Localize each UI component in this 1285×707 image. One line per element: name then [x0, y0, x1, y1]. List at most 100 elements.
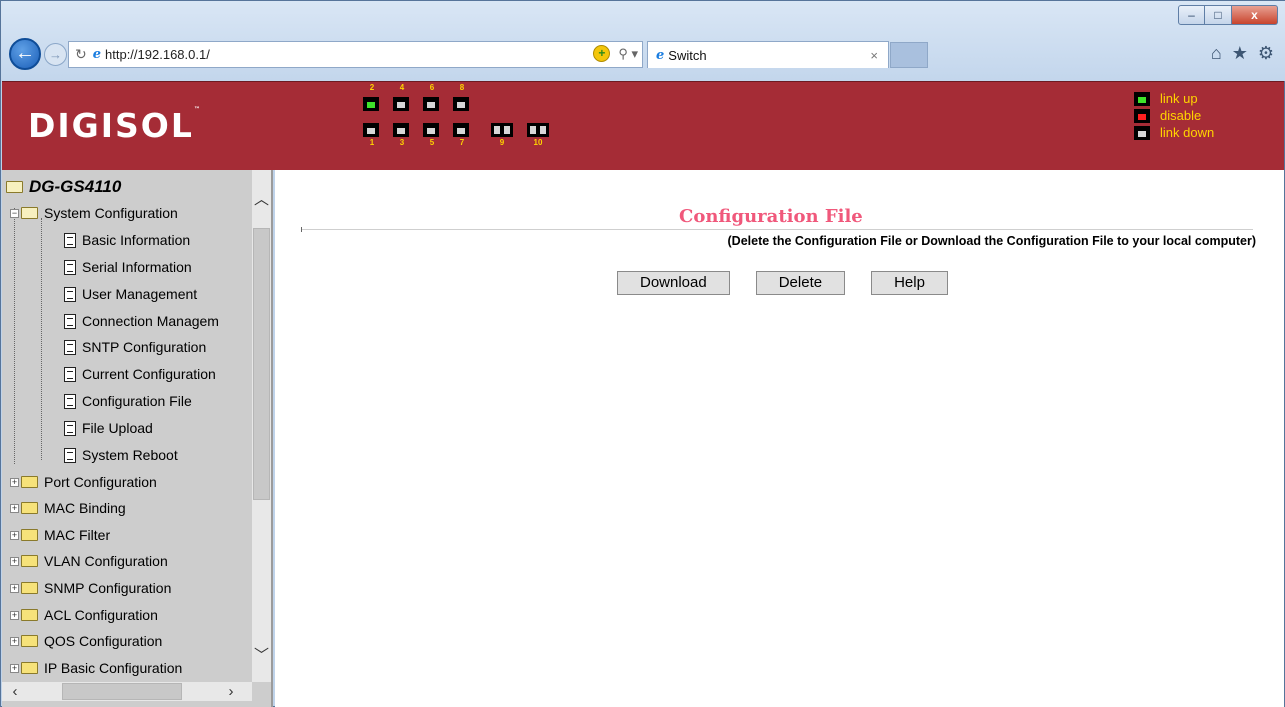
title-divider	[301, 227, 1253, 232]
folder-icon	[21, 529, 38, 541]
tree-system-configuration[interactable]: − System Configuration	[10, 202, 178, 224]
scrollbar-thumb[interactable]	[253, 228, 270, 500]
chevron-up-icon[interactable]: ︿	[252, 188, 271, 208]
maximize-button[interactable]: □	[1205, 5, 1232, 25]
tree-item-serial-information[interactable]: Serial Information	[64, 256, 192, 278]
link-down-port-icon	[1134, 125, 1150, 140]
folder-open-icon	[21, 207, 38, 219]
tab-switch[interactable]: e Switch ×	[647, 41, 889, 68]
port-2-icon[interactable]	[363, 97, 379, 111]
expand-icon[interactable]: +	[10, 583, 19, 593]
port-5-icon[interactable]	[423, 123, 439, 137]
document-icon	[64, 447, 76, 463]
tree-item-configuration-file[interactable]: Configuration File	[64, 390, 192, 412]
address-bar[interactable]: ↻ e http://192.168.0.1/ + ⚲ ▾	[68, 41, 643, 68]
collapse-icon[interactable]: −	[10, 208, 19, 218]
port-4-icon[interactable]	[393, 97, 409, 111]
folder-icon	[21, 635, 38, 647]
back-button[interactable]: ←	[9, 38, 41, 70]
tree-item-current-configuration[interactable]: Current Configuration	[64, 363, 216, 385]
gear-icon[interactable]: ⚙	[1258, 43, 1274, 64]
sfp-port-10-icon[interactable]	[527, 123, 549, 137]
port-1-icon[interactable]	[363, 123, 379, 137]
folder-icon	[21, 582, 38, 594]
expand-icon[interactable]: +	[10, 503, 19, 513]
port-8-icon[interactable]	[453, 97, 469, 111]
page-title: Configuration File	[679, 206, 863, 227]
tree-snmp-configuration[interactable]: + SNMP Configuration	[10, 577, 171, 599]
document-icon	[64, 313, 76, 329]
tree-item-connection-management[interactable]: Connection Managem	[64, 310, 219, 332]
sidebar-horizontal-scrollbar[interactable]: ‹ ›	[2, 682, 252, 701]
port-number: 2	[369, 83, 375, 92]
favorites-star-icon[interactable]: ★	[1232, 43, 1248, 64]
document-icon	[64, 393, 76, 409]
chevron-left-icon[interactable]: ‹	[6, 682, 24, 701]
legend-disable: disable	[1134, 107, 1214, 124]
tree-item-system-reboot[interactable]: System Reboot	[64, 444, 178, 466]
refresh-icon[interactable]: ↻	[75, 46, 87, 63]
tree-item-label: Connection Managem	[82, 313, 219, 329]
digisol-logo: DIGISOL™	[28, 106, 200, 145]
tree-item-sntp-configuration[interactable]: SNTP Configuration	[64, 336, 206, 358]
action-buttons: Download Delete Help	[617, 271, 948, 295]
tree-root[interactable]: DG-GS4110	[6, 176, 121, 198]
port-3-icon[interactable]	[393, 123, 409, 137]
port-panel: 2 4 6 8 1 3 5 7 9 10	[357, 82, 557, 171]
sidebar-vertical-scrollbar[interactable]: ︿ ﹀	[252, 170, 271, 682]
expand-icon[interactable]: +	[10, 477, 19, 487]
tree-item-label: Serial Information	[82, 259, 192, 275]
tree-item-label: File Upload	[82, 420, 153, 436]
scrollbar-thumb[interactable]	[62, 683, 182, 700]
tree-item-basic-information[interactable]: Basic Information	[64, 229, 190, 251]
close-button[interactable]: x	[1232, 5, 1278, 25]
port-number: 4	[399, 83, 405, 92]
tree-item-label: Configuration File	[82, 393, 192, 409]
logo-trademark: ™	[193, 106, 200, 113]
tree-folder-label: QOS Configuration	[44, 633, 163, 649]
port-6-icon[interactable]	[423, 97, 439, 111]
compatibility-view-icon[interactable]: +	[593, 45, 611, 62]
expand-icon[interactable]: +	[10, 556, 19, 566]
tab-close-icon[interactable]: ×	[870, 48, 878, 63]
help-button[interactable]: Help	[871, 271, 948, 295]
search-icon[interactable]: ⚲ ▾	[618, 46, 638, 62]
nav-sidebar: DG-GS4110 − System Configuration Basic I…	[2, 170, 273, 707]
tree-folder-label: IP Basic Configuration	[44, 660, 183, 676]
home-icon[interactable]: ⌂	[1211, 43, 1222, 64]
tree-item-user-management[interactable]: User Management	[64, 283, 197, 305]
tree-qos-configuration[interactable]: + QOS Configuration	[10, 630, 162, 652]
expand-icon[interactable]: +	[10, 636, 19, 646]
tree-mac-binding[interactable]: + MAC Binding	[10, 497, 126, 519]
tree-ip-basic-configuration[interactable]: + IP Basic Configuration	[10, 657, 182, 679]
tree-item-label: Current Configuration	[82, 366, 216, 382]
expand-icon[interactable]: +	[10, 530, 19, 540]
delete-button[interactable]: Delete	[755, 271, 846, 295]
chevron-down-icon[interactable]: ﹀	[252, 644, 271, 664]
download-button[interactable]: Download	[617, 271, 730, 295]
browser-window: – □ x ← → ↻ e http://192.168.0.1/ + ⚲ ▾ …	[0, 0, 1285, 707]
disable-port-icon	[1134, 108, 1150, 123]
expand-icon[interactable]: +	[10, 663, 19, 673]
tree-acl-configuration[interactable]: + ACL Configuration	[10, 604, 158, 626]
minimize-button[interactable]: –	[1178, 5, 1205, 25]
tree-vlan-configuration[interactable]: + VLAN Configuration	[10, 550, 168, 572]
chevron-right-icon[interactable]: ›	[222, 682, 240, 701]
tree-root-label: DG-GS4110	[29, 177, 122, 196]
expand-icon[interactable]: +	[10, 610, 19, 620]
new-tab-button[interactable]	[890, 42, 928, 68]
address-text[interactable]: http://192.168.0.1/	[105, 47, 210, 62]
tree-item-file-upload[interactable]: File Upload	[64, 417, 153, 439]
logo-text: DIGISOL	[28, 106, 194, 145]
main-content: Configuration File (Delete the Configura…	[275, 170, 1284, 707]
port-number: 10	[533, 138, 543, 147]
forward-button[interactable]: →	[44, 43, 67, 66]
sfp-port-9-icon[interactable]	[491, 123, 513, 137]
document-icon	[64, 339, 76, 355]
tree-folder-label: MAC Filter	[44, 527, 111, 543]
port-7-icon[interactable]	[453, 123, 469, 137]
tree-folder-label: System Configuration	[44, 205, 178, 221]
tree-mac-filter[interactable]: + MAC Filter	[10, 524, 110, 546]
tree-port-configuration[interactable]: + Port Configuration	[10, 471, 157, 493]
tree-folder-label: MAC Binding	[44, 500, 126, 516]
